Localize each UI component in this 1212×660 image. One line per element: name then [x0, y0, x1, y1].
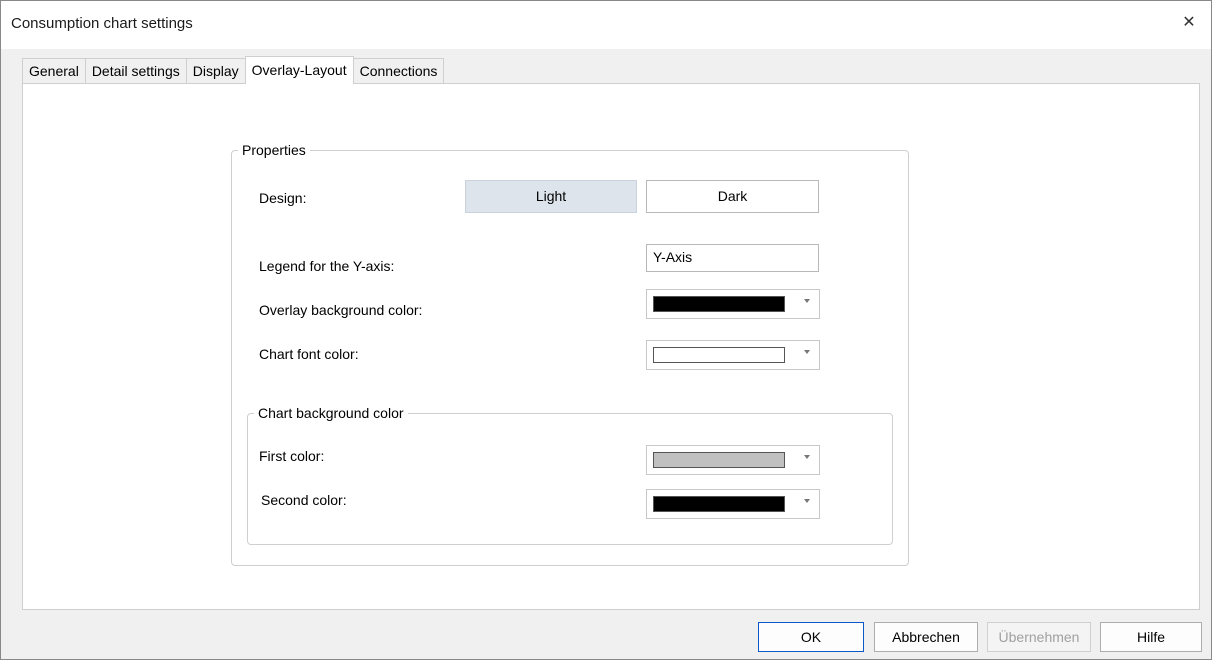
chevron-down-icon [804, 499, 810, 503]
tab-detail-settings[interactable]: Detail settings [84, 58, 187, 83]
design-label: Design: [259, 190, 307, 206]
y-axis-legend-input[interactable]: Y-Axis [646, 244, 819, 272]
first-color-label: First color: [259, 448, 325, 464]
tab-overlay-layout[interactable]: Overlay-Layout [244, 56, 354, 84]
first-color-picker[interactable] [646, 445, 820, 475]
chart-background-group-title: Chart background color [258, 405, 404, 421]
y-axis-legend-label: Legend for the Y-axis: [259, 258, 395, 274]
chevron-down-icon [804, 299, 810, 303]
tab-display[interactable]: Display [185, 58, 246, 83]
overlay-bg-color-swatch [653, 296, 785, 312]
second-color-label: Second color: [261, 492, 347, 508]
properties-group-title: Properties [242, 142, 306, 158]
chevron-down-icon [804, 455, 810, 459]
second-color-swatch [653, 496, 785, 512]
tab-general[interactable]: General [22, 58, 86, 83]
cancel-button[interactable]: Abbrechen [874, 622, 978, 652]
ok-button[interactable]: OK [758, 622, 864, 652]
chart-font-color-picker[interactable] [646, 340, 820, 370]
tab-strip: General Detail settings Display Overlay-… [22, 56, 445, 84]
tab-connections[interactable]: Connections [352, 58, 445, 83]
close-icon[interactable]: ✕ [1179, 13, 1199, 33]
overlay-bg-color-picker[interactable] [646, 289, 820, 319]
design-dark-button[interactable]: Dark [646, 180, 819, 213]
chart-background-group: Chart background color [247, 405, 893, 545]
settings-dialog: Consumption chart settings ✕ General Det… [0, 0, 1212, 660]
chart-font-color-swatch [653, 347, 785, 363]
help-button[interactable]: Hilfe [1100, 622, 1202, 652]
second-color-picker[interactable] [646, 489, 820, 519]
overlay-layout-panel: Properties Design: Light Dark Legend for… [22, 83, 1200, 610]
title-bar: Consumption chart settings ✕ [1, 1, 1211, 49]
apply-button[interactable]: Übernehmen [987, 622, 1091, 652]
design-light-button[interactable]: Light [465, 180, 637, 213]
overlay-bg-color-label: Overlay background color: [259, 302, 423, 318]
first-color-swatch [653, 452, 785, 468]
chart-font-color-label: Chart font color: [259, 346, 359, 362]
dialog-title: Consumption chart settings [11, 15, 193, 32]
chevron-down-icon [804, 350, 810, 354]
